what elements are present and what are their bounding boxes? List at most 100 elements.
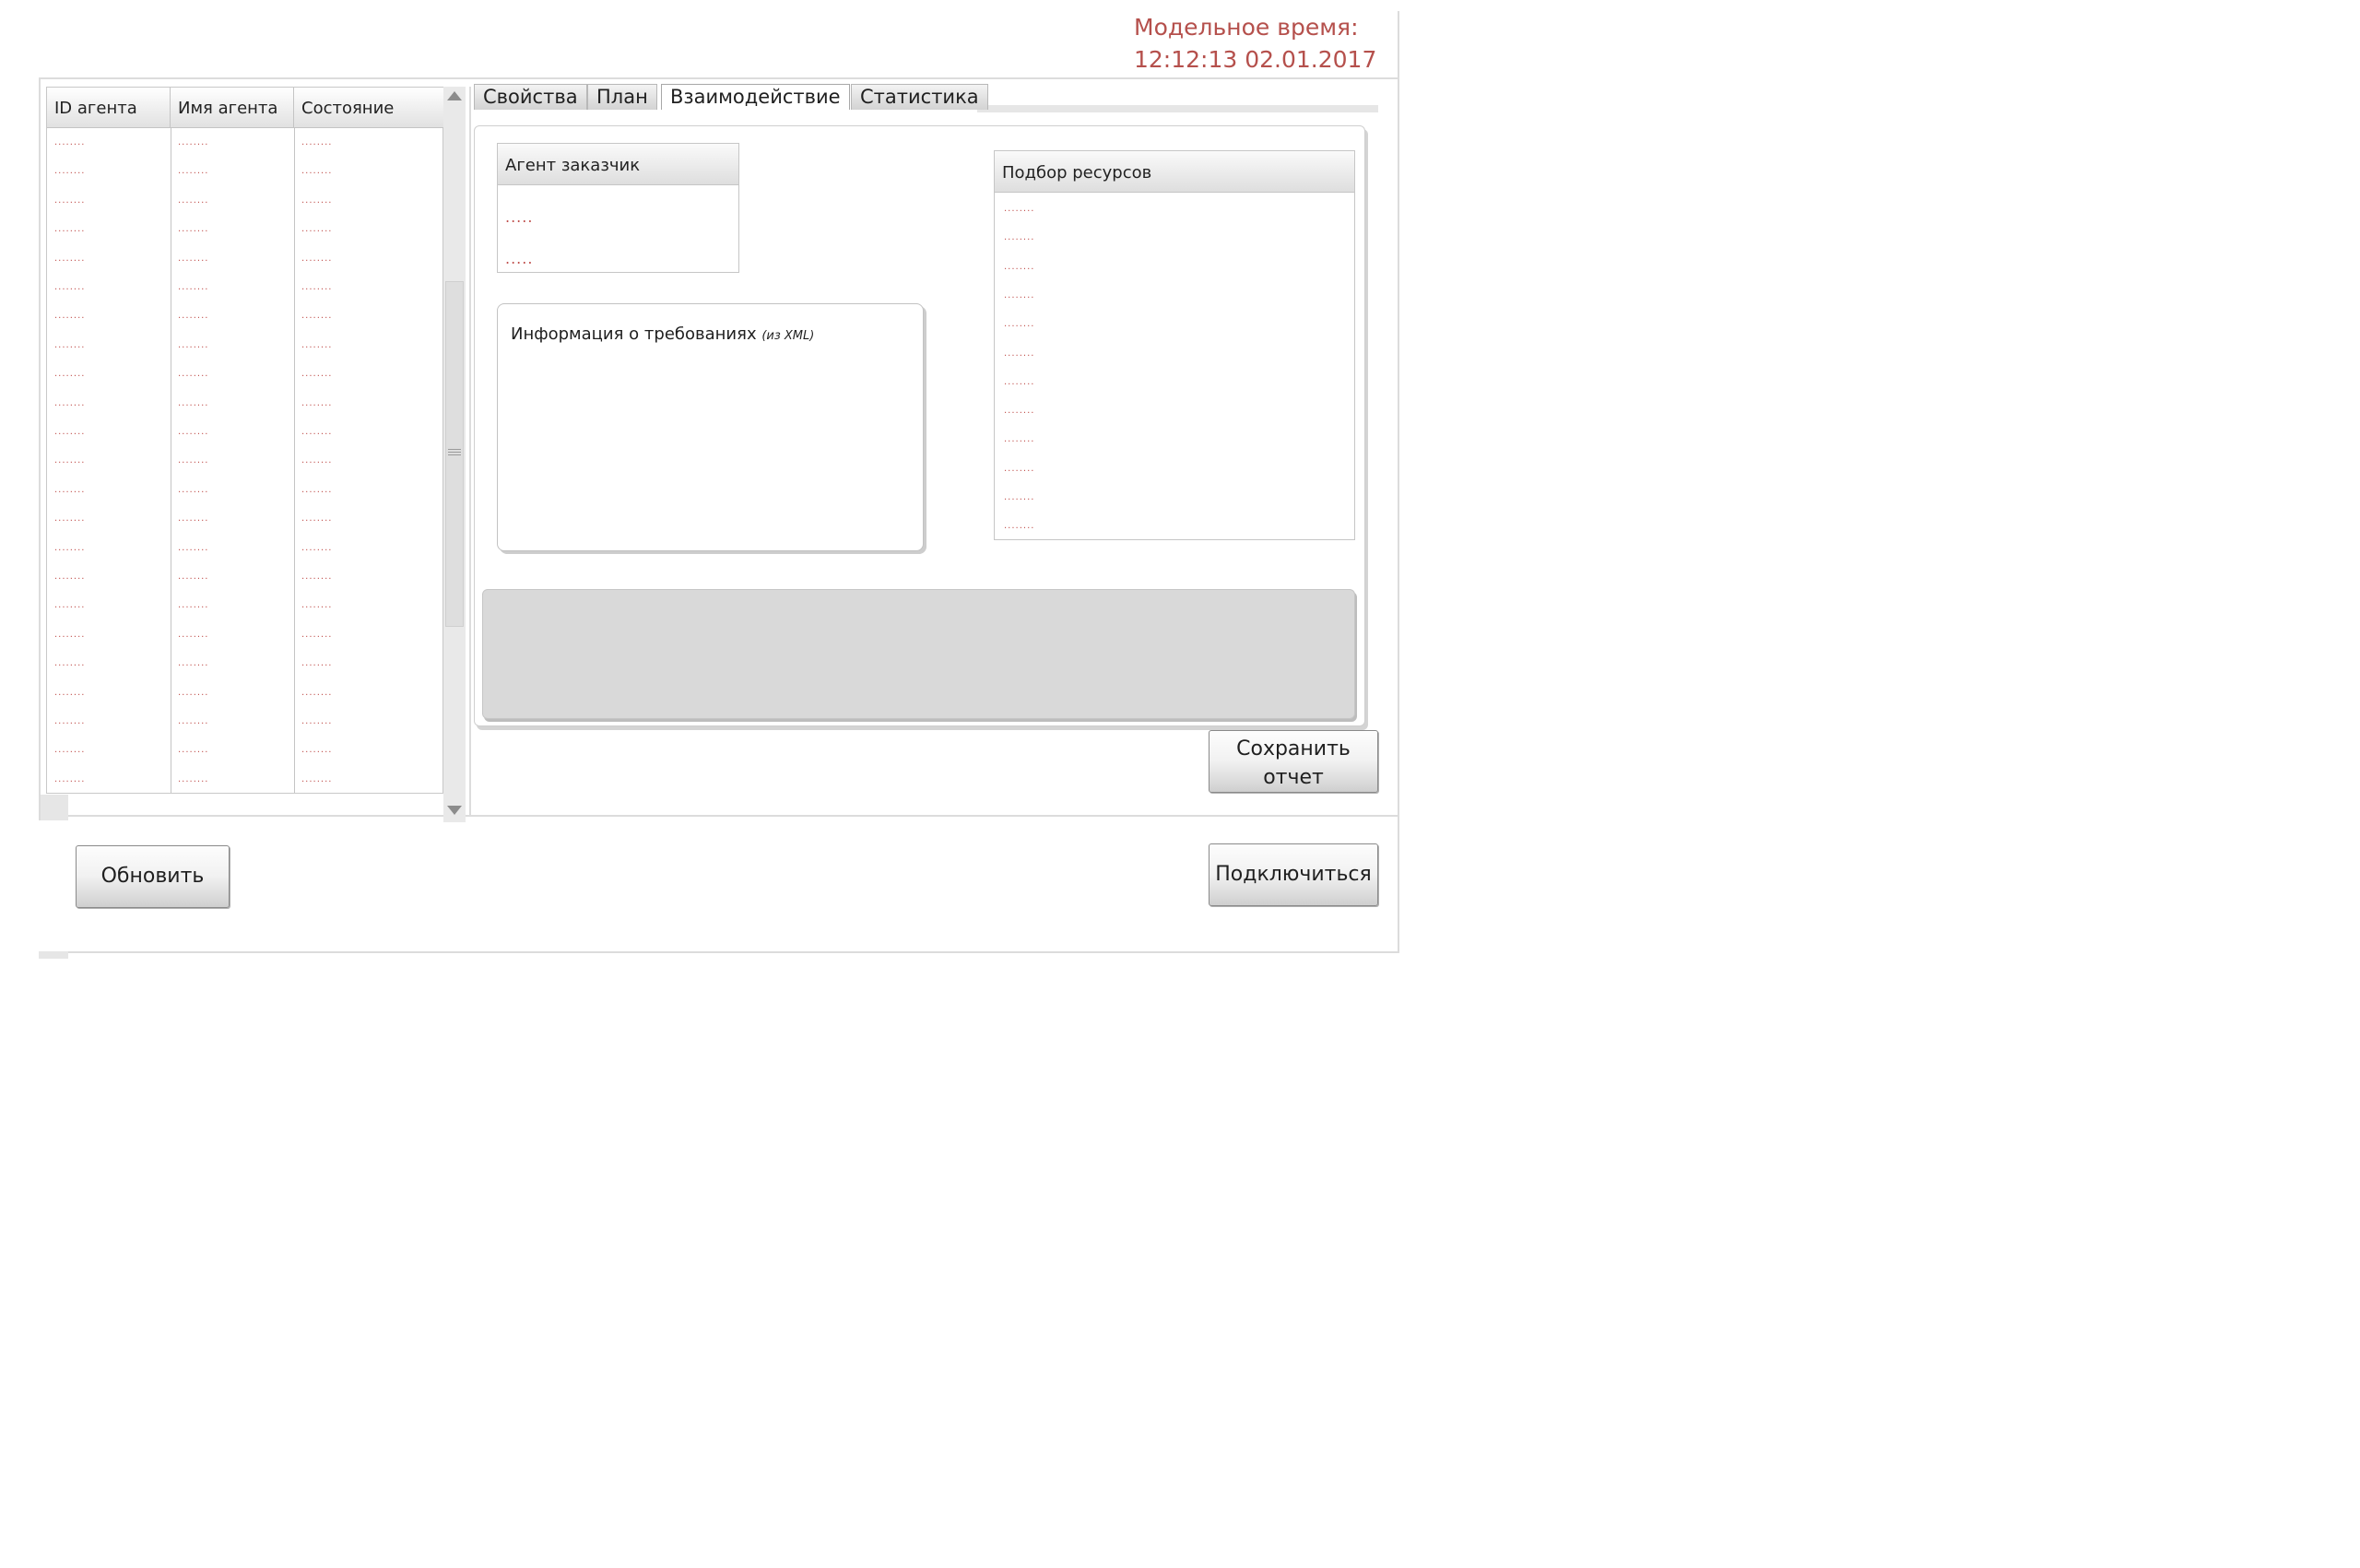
table-cell: ........ xyxy=(301,253,333,264)
resource-item: ........ xyxy=(1004,204,1035,214)
tab-interaction[interactable]: Взаимодействие xyxy=(661,84,850,110)
scroll-up-arrow-icon[interactable] xyxy=(443,87,466,107)
table-cell: ........ xyxy=(301,195,333,206)
table-cell: ........ xyxy=(54,600,86,611)
table-cell: ........ xyxy=(178,572,209,582)
resource-selection-box: Подбор ресурсов ........................… xyxy=(994,150,1355,540)
frame-bottom-line xyxy=(39,951,1399,953)
table-cell: ........ xyxy=(178,427,209,437)
save-report-label-line1: Сохранить xyxy=(1236,737,1351,760)
table-cell: ........ xyxy=(301,397,333,408)
table-cell: ........ xyxy=(54,195,86,206)
save-report-label-line2: отчет xyxy=(1263,766,1324,789)
column-header-agent-id[interactable]: ID агента xyxy=(47,88,171,128)
table-cell: ........ xyxy=(301,629,333,640)
frame-corner-stub xyxy=(39,795,68,820)
table-cell: ........ xyxy=(54,369,86,380)
frame-right-line xyxy=(1398,11,1399,951)
customer-agent-value: ..... xyxy=(505,250,534,267)
resource-item: ........ xyxy=(1004,232,1035,243)
frame-top-line xyxy=(39,77,1399,79)
table-cell: ........ xyxy=(301,455,333,466)
tab-plan[interactable]: План xyxy=(587,84,657,110)
scroll-down-arrow-icon[interactable] xyxy=(443,800,466,820)
table-cell: ........ xyxy=(54,629,86,640)
table-cell: ........ xyxy=(54,745,86,756)
table-cell: ........ xyxy=(178,455,209,466)
resource-item: ........ xyxy=(1004,434,1035,445)
table-cell: ........ xyxy=(54,253,86,264)
table-cell: ........ xyxy=(178,716,209,726)
table-cell: ........ xyxy=(178,397,209,408)
table-cell: ........ xyxy=(54,484,86,495)
customer-agent-value: ..... xyxy=(505,208,534,226)
model-time: Модельное время: 12:12:13 02.01.2017 xyxy=(1134,11,1376,76)
table-cell: ........ xyxy=(301,600,333,611)
table-cell: ........ xyxy=(301,513,333,525)
requirements-info-box: Информация о требованиях (из XML) xyxy=(497,303,924,551)
column-header-agent-name[interactable]: Имя агента xyxy=(171,88,294,128)
interaction-log-area xyxy=(482,589,1355,719)
resource-item: ........ xyxy=(1004,289,1035,301)
table-cell: ........ xyxy=(54,658,86,669)
resource-item: ........ xyxy=(1004,406,1035,417)
resource-item: ........ xyxy=(1004,376,1035,387)
table-cell: ........ xyxy=(178,745,209,756)
table-cell: ........ xyxy=(178,137,209,147)
frame-left-line xyxy=(39,77,41,820)
table-cell: ........ xyxy=(301,427,333,437)
frame-bottom-stub xyxy=(39,951,68,959)
resource-item: ........ xyxy=(1004,319,1035,330)
table-cell: ........ xyxy=(301,484,333,495)
table-cell: ........ xyxy=(54,397,86,408)
table-cell: ........ xyxy=(301,658,333,669)
table-cell: ........ xyxy=(301,687,333,698)
resource-selection-title: Подбор ресурсов xyxy=(995,151,1354,193)
table-cell: ........ xyxy=(301,311,333,322)
scroll-grip-icon xyxy=(448,452,461,453)
table-cell: ........ xyxy=(54,542,86,553)
table-cell: ........ xyxy=(178,484,209,495)
tab-properties[interactable]: Свойства xyxy=(474,84,587,110)
table-cell: ........ xyxy=(54,513,86,525)
requirements-title-text: Информация о требованиях xyxy=(511,324,757,344)
resource-item: ........ xyxy=(1004,261,1035,272)
table-cell: ........ xyxy=(54,166,86,177)
table-cell: ........ xyxy=(178,773,209,784)
model-time-label: Модельное время: xyxy=(1134,14,1359,41)
table-cell: ........ xyxy=(301,166,333,177)
table-cell: ........ xyxy=(178,282,209,292)
tabstrip-bar xyxy=(977,105,1378,112)
table-cell: ........ xyxy=(178,369,209,380)
model-time-value: 12:12:13 02.01.2017 xyxy=(1134,46,1377,73)
column-header-state[interactable]: Состояние xyxy=(294,88,443,128)
table-cell: ........ xyxy=(178,253,209,264)
requirements-source-note: (из XML) xyxy=(761,329,815,343)
scroll-grip-icon xyxy=(448,454,461,455)
table-cell: ........ xyxy=(178,311,209,322)
table-cell: ........ xyxy=(54,687,86,698)
customer-agent-box: Агент заказчик ..... ..... xyxy=(497,143,739,273)
table-cell: ........ xyxy=(178,629,209,640)
table-cell: ........ xyxy=(301,572,333,582)
frame-middle-line xyxy=(39,815,1399,817)
table-cell: ........ xyxy=(178,542,209,553)
table-cell: ........ xyxy=(301,339,333,350)
scroll-grip-icon xyxy=(448,449,461,450)
connect-button[interactable]: Подключиться xyxy=(1209,843,1378,906)
resource-item: ........ xyxy=(1004,463,1035,474)
table-cell: ........ xyxy=(301,716,333,726)
table-cell: ........ xyxy=(178,224,209,235)
customer-agent-title: Агент заказчик xyxy=(498,144,738,185)
save-report-button[interactable]: Сохранить отчет xyxy=(1209,730,1378,793)
tab-statistics[interactable]: Статистика xyxy=(851,84,988,110)
table-cell: ........ xyxy=(178,687,209,698)
refresh-button[interactable]: Обновить xyxy=(76,845,230,908)
table-cell: ........ xyxy=(178,339,209,350)
table-cell: ........ xyxy=(301,369,333,380)
table-cell: ........ xyxy=(178,513,209,525)
column-separator xyxy=(294,128,295,793)
table-cell: ........ xyxy=(54,339,86,350)
table-cell: ........ xyxy=(54,572,86,582)
table-cell: ........ xyxy=(301,773,333,784)
